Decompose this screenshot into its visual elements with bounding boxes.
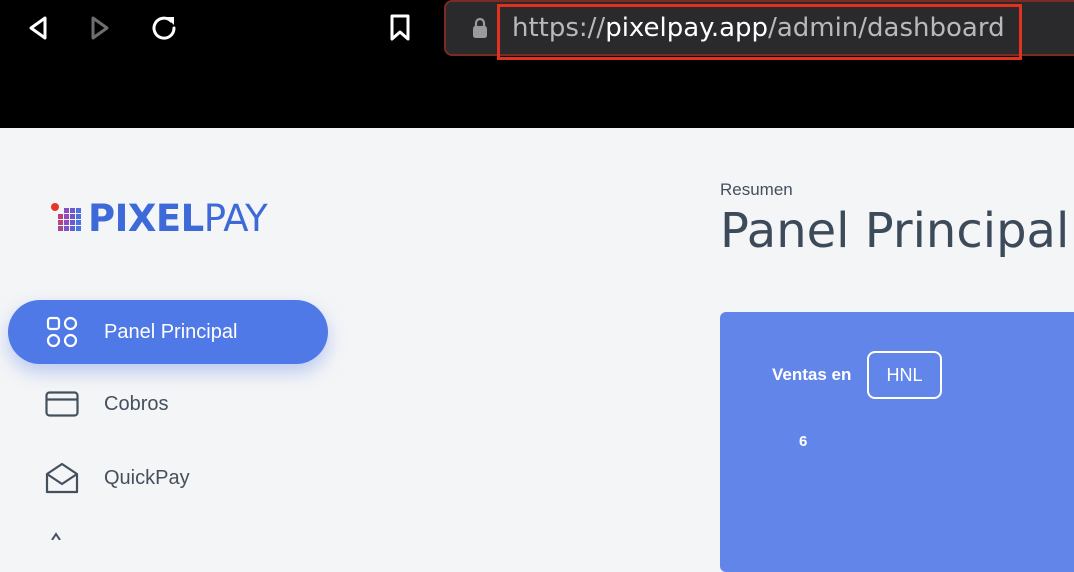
back-button[interactable]: [22, 12, 54, 44]
sidebar-item-panel-principal[interactable]: Panel Principal: [8, 300, 328, 364]
currency-selector[interactable]: HNL: [867, 351, 942, 399]
sidebar-item-label: Panel Principal: [104, 320, 238, 343]
pixel-grid-logo-icon: [51, 203, 81, 231]
grid-icon: [44, 314, 80, 350]
pixelpay-logo[interactable]: PIXELPAY: [50, 197, 268, 240]
chart-axis-tick: 6: [799, 433, 808, 450]
bookmark-icon: [390, 14, 410, 41]
bookmark-button[interactable]: [384, 12, 416, 44]
sidebar-item-label: QuickPay: [104, 466, 190, 489]
forward-button[interactable]: [84, 12, 116, 44]
reload-button[interactable]: [148, 12, 180, 44]
url-path: /admin/dashboard: [768, 13, 1005, 43]
url-text[interactable]: https://pixelpay.app/admin/dashboard: [512, 11, 1005, 45]
sales-label: Ventas en: [772, 365, 852, 384]
sidebar-item-label: Cobros: [104, 392, 169, 415]
back-arrow-icon: [29, 16, 47, 40]
partial-nav-icon: [51, 532, 61, 540]
sidebar-item-quickpay[interactable]: QuickPay: [8, 446, 328, 510]
logo-word-pixel: PIXEL: [88, 197, 204, 240]
url-scheme: https://: [512, 13, 606, 43]
browser-toolbar: https://pixelpay.app/admin/dashboard: [0, 0, 1074, 128]
logo-wordmark: PIXELPAY: [88, 197, 268, 240]
breadcrumb: Resumen: [720, 180, 793, 199]
forward-arrow-icon: [91, 16, 109, 40]
credit-card-icon: [44, 386, 80, 422]
url-host: pixelpay.app: [605, 13, 769, 43]
logo-word-pay: PAY: [203, 197, 268, 240]
sales-card: Ventas en HNL 6: [720, 312, 1074, 572]
lock-icon: [473, 17, 487, 38]
envelope-icon: [44, 460, 80, 496]
reload-icon: [152, 16, 176, 40]
sidebar-item-cobros[interactable]: Cobros: [8, 372, 328, 436]
page-title: Panel Principal: [720, 203, 1070, 259]
